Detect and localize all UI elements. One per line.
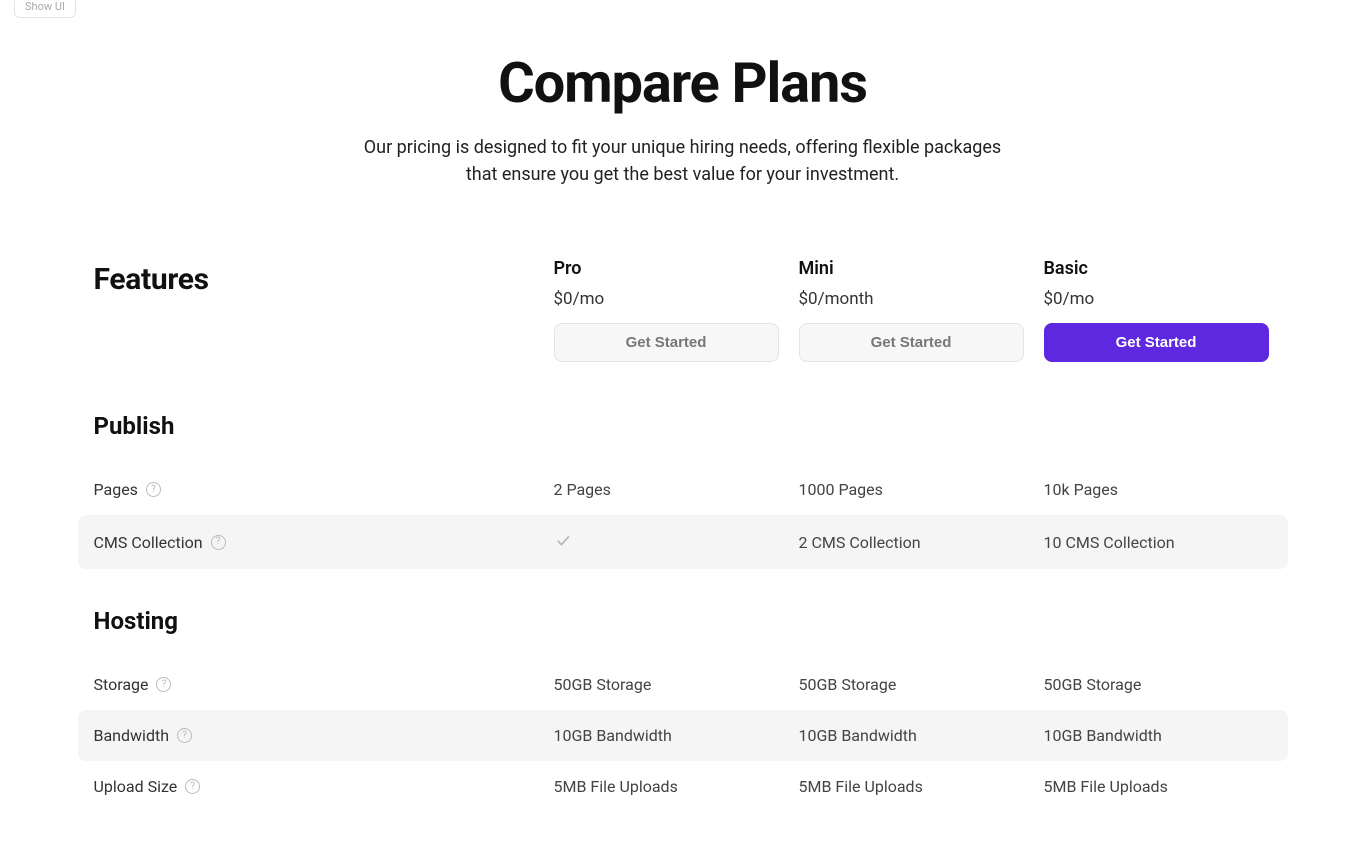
plan-price: $0/mo — [1044, 289, 1279, 309]
feature-row: Bandwidth?10GB Bandwidth10GB Bandwidth10… — [78, 710, 1288, 761]
features-heading: Features — [94, 258, 554, 297]
help-icon[interactable]: ? — [156, 677, 171, 692]
feature-cell: 50GB Storage — [554, 675, 799, 694]
feature-label-text: CMS Collection — [94, 533, 203, 552]
feature-cell: 10GB Bandwidth — [799, 726, 1044, 745]
plan-name: Pro — [554, 258, 789, 279]
feature-cell: 50GB Storage — [1044, 675, 1289, 694]
page-title: Compare Plans — [78, 50, 1288, 116]
feature-label: Pages? — [94, 480, 554, 499]
feature-cell: 10GB Bandwidth — [1044, 726, 1289, 745]
feature-cell: 10k Pages — [1044, 480, 1289, 499]
plan-name: Mini — [799, 258, 1034, 279]
plan-column-basic: Basic $0/mo Get Started — [1044, 258, 1289, 362]
plan-column-mini: Mini $0/month Get Started — [799, 258, 1044, 362]
feature-label: CMS Collection? — [94, 533, 554, 552]
feature-label-text: Pages — [94, 480, 138, 499]
feature-cell — [554, 531, 799, 553]
feature-cell: 5MB File Uploads — [554, 777, 799, 796]
feature-label-text: Bandwidth — [94, 726, 170, 745]
feature-label: Storage? — [94, 675, 554, 694]
plans-header-row: Features Pro $0/mo Get Started Mini $0/month… — [78, 258, 1288, 362]
get-started-button[interactable]: Get Started — [554, 323, 779, 362]
page-subtitle: Our pricing is designed to fit your uniq… — [353, 134, 1013, 188]
feature-cell: 5MB File Uploads — [799, 777, 1044, 796]
feature-cell: 1000 Pages — [799, 480, 1044, 499]
plan-price: $0/month — [799, 289, 1034, 309]
feature-cell: 50GB Storage — [799, 675, 1044, 694]
plan-column-pro: Pro $0/mo Get Started — [554, 258, 799, 362]
feature-label: Upload Size? — [94, 777, 554, 796]
feature-cell: 5MB File Uploads — [1044, 777, 1289, 796]
get-started-button[interactable]: Get Started — [799, 323, 1024, 362]
feature-label: Bandwidth? — [94, 726, 554, 745]
feature-row: Upload Size?5MB File Uploads5MB File Upl… — [78, 761, 1288, 812]
section-title: Hosting — [78, 607, 1288, 635]
feature-cell: 2 CMS Collection — [799, 533, 1044, 552]
help-icon[interactable]: ? — [185, 779, 200, 794]
get-started-button[interactable]: Get Started — [1044, 323, 1269, 362]
feature-row: CMS Collection? 2 CMS Collection10 CMS Co… — [78, 515, 1288, 569]
feature-row: Pages?2 Pages1000 Pages10k Pages — [78, 464, 1288, 515]
help-icon[interactable]: ? — [177, 728, 192, 743]
help-icon[interactable]: ? — [211, 535, 226, 550]
feature-row: Storage?50GB Storage50GB Storage50GB Sto… — [78, 659, 1288, 710]
feature-cell: 10 CMS Collection — [1044, 533, 1289, 552]
plan-price: $0/mo — [554, 289, 789, 309]
plan-name: Basic — [1044, 258, 1279, 279]
section-title: Publish — [78, 412, 1288, 440]
feature-cell: 10GB Bandwidth — [554, 726, 799, 745]
feature-cell: 2 Pages — [554, 480, 799, 499]
check-icon — [554, 534, 572, 553]
show-ui-chip[interactable]: Show UI — [14, 0, 76, 18]
feature-label-text: Upload Size — [94, 777, 178, 796]
feature-label-text: Storage — [94, 675, 149, 694]
help-icon[interactable]: ? — [146, 482, 161, 497]
